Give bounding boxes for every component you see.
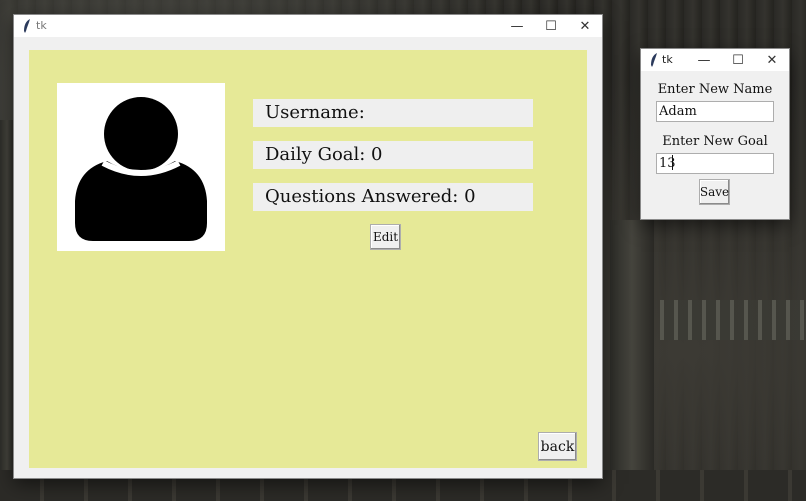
window-title: tk (662, 53, 673, 66)
profile-panel: Username: Daily Goal: 0 Questions Answer… (29, 50, 587, 468)
minimize-button[interactable]: — (500, 15, 534, 37)
main-window: tk — ☐ ✕ Username: Daily Goal: 0 Questio… (14, 15, 602, 478)
minimize-button[interactable]: — (688, 49, 720, 71)
popup-titlebar[interactable]: tk — ☐ ✕ (641, 49, 789, 71)
questions-answered-label: Questions Answered: 0 (253, 183, 533, 211)
window-title: tk (36, 19, 47, 32)
edit-button[interactable]: Edit (370, 224, 401, 250)
close-button[interactable]: ✕ (568, 15, 602, 37)
daily-goal-label: Daily Goal: 0 (253, 141, 533, 169)
maximize-button[interactable]: ☐ (722, 49, 754, 71)
edit-profile-window: tk — ☐ ✕ Enter New Name Enter New Goal S… (641, 49, 789, 219)
main-titlebar[interactable]: tk — ☐ ✕ (14, 15, 602, 37)
user-silhouette-icon (75, 97, 207, 241)
new-goal-label: Enter New Goal (662, 134, 768, 149)
text-cursor (672, 155, 673, 170)
avatar (57, 83, 225, 251)
background-railing (660, 300, 806, 340)
feather-icon (651, 53, 657, 67)
maximize-button[interactable]: ☐ (534, 15, 568, 37)
feather-icon (24, 19, 30, 33)
background-pillar (610, 220, 654, 501)
close-button[interactable]: ✕ (756, 49, 788, 71)
username-label: Username: (253, 99, 533, 127)
back-button[interactable]: back (538, 432, 577, 461)
background-pillar (0, 120, 14, 501)
new-name-label: Enter New Name (657, 82, 773, 97)
new-name-input[interactable] (656, 101, 774, 122)
new-goal-input[interactable] (656, 153, 774, 174)
save-button[interactable]: Save (699, 179, 730, 205)
